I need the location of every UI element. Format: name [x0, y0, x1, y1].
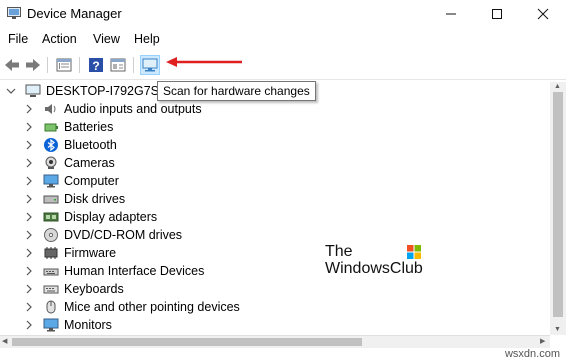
category-label: Keyboards: [64, 282, 124, 296]
chevron-right-icon[interactable]: [24, 140, 34, 150]
category-item[interactable]: Computer: [24, 172, 119, 190]
vertical-scrollbar[interactable]: ▲ ▼: [550, 82, 566, 335]
category-label: Display adapters: [64, 210, 158, 224]
device-manager-icon: [7, 7, 21, 19]
chevron-right-icon[interactable]: [24, 194, 34, 204]
category-label: Disk drives: [64, 192, 126, 206]
menu-bar: File Action View Help: [0, 30, 566, 50]
watermark: The WindowsClub: [325, 243, 435, 283]
chevron-right-icon[interactable]: [24, 176, 34, 186]
category-item[interactable]: Monitors: [24, 316, 112, 334]
keyboard-icon: [43, 281, 59, 297]
computer-name: DESKTOP-I792G7S: [46, 84, 160, 98]
chevron-right-icon[interactable]: [24, 104, 34, 114]
windows-logo-icon: [407, 245, 421, 259]
menu-view[interactable]: View: [93, 32, 120, 46]
battery-icon: [43, 119, 59, 135]
scroll-down-icon[interactable]: ▼: [554, 325, 561, 335]
close-icon: [537, 8, 549, 20]
mouse-icon: [43, 299, 59, 315]
chevron-right-icon[interactable]: [24, 122, 34, 132]
scroll-left-icon[interactable]: ◀: [2, 337, 7, 347]
title-bar: Device Manager: [0, 0, 566, 28]
maximize-button[interactable]: [474, 0, 520, 28]
chevron-down-icon[interactable]: [6, 86, 16, 96]
category-item[interactable]: Mice and other pointing devices: [24, 298, 240, 316]
annotation-arrow-icon: [166, 57, 242, 67]
category-item[interactable]: Firmware: [24, 244, 116, 262]
menu-help[interactable]: Help: [134, 32, 160, 46]
chevron-right-icon[interactable]: [24, 158, 34, 168]
chevron-right-icon[interactable]: [24, 266, 34, 276]
category-item[interactable]: Disk drives: [24, 190, 125, 208]
scroll-up-icon[interactable]: ▲: [554, 82, 561, 92]
menu-action[interactable]: Action: [42, 32, 77, 46]
category-label: DVD/CD-ROM drives: [64, 228, 183, 242]
status-bar: wsxdn.com: [0, 348, 566, 363]
chevron-right-icon[interactable]: [24, 230, 34, 240]
close-button[interactable]: [520, 0, 566, 28]
bluetooth-icon: [43, 137, 59, 153]
category-label: Mice and other pointing devices: [64, 300, 240, 314]
computer-root-icon: [25, 83, 41, 99]
category-item[interactable]: Bluetooth: [24, 136, 117, 154]
scan-tooltip: Scan for hardware changes: [157, 81, 316, 101]
toolbar-separator: [47, 57, 48, 73]
category-item[interactable]: Display adapters: [24, 208, 157, 226]
category-item[interactable]: Human Interface Devices: [24, 262, 204, 280]
chevron-right-icon[interactable]: [24, 320, 34, 330]
category-label: Computer: [64, 174, 119, 188]
horizontal-scroll-thumb[interactable]: [12, 338, 362, 346]
category-item[interactable]: DVD/CD-ROM drives: [24, 226, 182, 244]
back-icon[interactable]: [3, 56, 21, 74]
properties-icon[interactable]: [55, 56, 73, 74]
monitor-icon: [43, 173, 59, 189]
category-label: Cameras: [64, 156, 115, 170]
firmware-icon: [43, 245, 59, 261]
category-label: Human Interface Devices: [64, 264, 205, 278]
hid-icon: [43, 263, 59, 279]
category-label: Monitors: [64, 318, 112, 332]
chevron-right-icon[interactable]: [24, 248, 34, 258]
chevron-right-icon[interactable]: [24, 302, 34, 312]
chevron-right-icon[interactable]: [24, 284, 34, 294]
scroll-right-icon[interactable]: ▶: [540, 337, 545, 347]
category-label: Batteries: [64, 120, 114, 134]
watermark-text-1: The: [325, 243, 353, 260]
scan-hardware-changes-icon[interactable]: [140, 55, 160, 75]
camera-icon: [43, 155, 59, 171]
svg-text:?: ?: [92, 59, 99, 73]
category-label: Audio inputs and outputs: [64, 102, 202, 116]
watermark-text-2: WindowsClub: [325, 260, 423, 277]
category-item[interactable]: Audio inputs and outputs: [24, 100, 202, 118]
menu-file[interactable]: File: [8, 32, 28, 46]
toolbar-separator: [79, 57, 80, 73]
horizontal-scrollbar[interactable]: ◀ ▶: [0, 335, 550, 348]
device-tree: DESKTOP-I792G7S Audio inputs and outputs…: [0, 82, 550, 335]
vertical-scroll-thumb[interactable]: [553, 92, 563, 317]
dvd-drive-icon: [43, 227, 59, 243]
category-item[interactable]: Keyboards: [24, 280, 124, 298]
category-label: Firmware: [64, 246, 117, 260]
minimize-icon: [446, 13, 456, 15]
help-icon[interactable]: ?: [87, 56, 105, 74]
display-adapter-icon: [43, 209, 59, 225]
category-item[interactable]: Cameras: [24, 154, 115, 172]
minimize-button[interactable]: [428, 0, 474, 28]
category-label: Bluetooth: [64, 138, 117, 152]
disk-drive-icon: [43, 191, 59, 207]
toolbar-separator: [133, 57, 134, 73]
maximize-icon: [492, 9, 502, 19]
window-title: Device Manager: [27, 6, 122, 21]
category-item[interactable]: Batteries: [24, 118, 113, 136]
site-label: wsxdn.com: [504, 348, 560, 360]
update-driver-icon[interactable]: [109, 56, 127, 74]
monitor-icon: [43, 317, 59, 333]
chevron-right-icon[interactable]: [24, 212, 34, 222]
speaker-icon: [43, 101, 59, 117]
forward-icon[interactable]: [24, 56, 42, 74]
toolbar: ?: [0, 51, 566, 80]
tree-root[interactable]: DESKTOP-I792G7S: [6, 82, 159, 100]
